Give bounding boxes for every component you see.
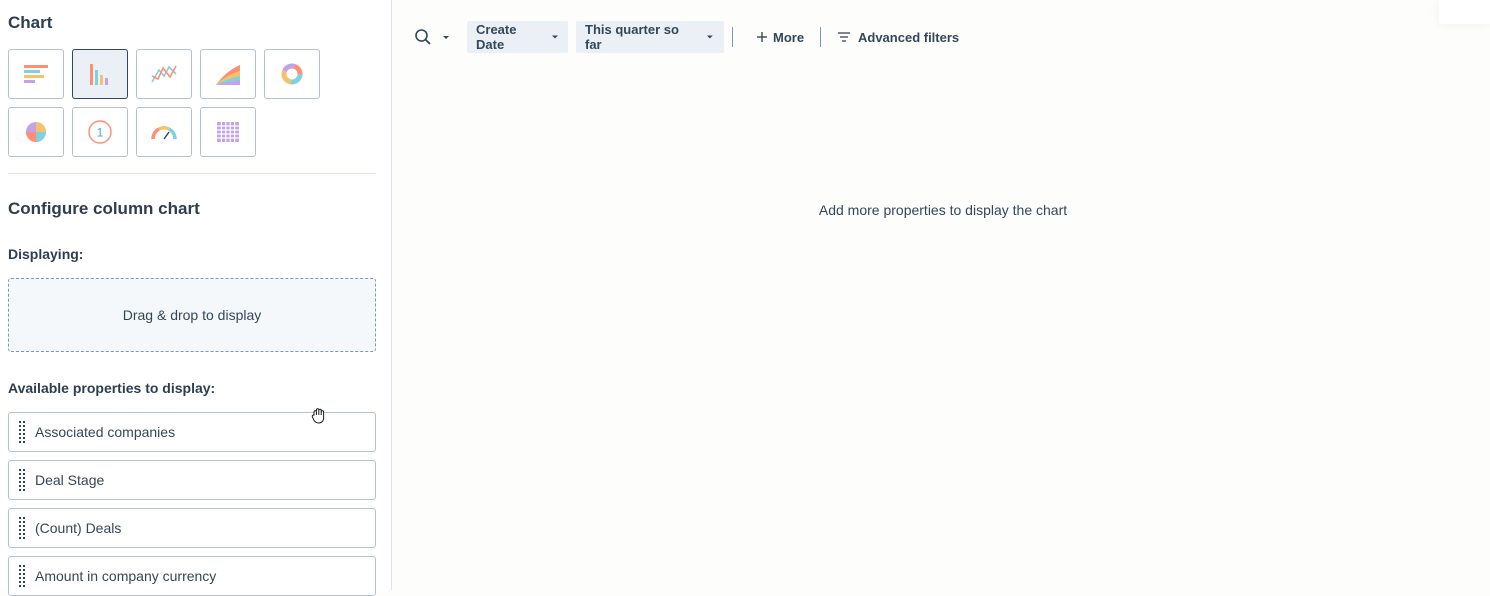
dropzone-text: Drag & drop to display [122,307,262,323]
toolbar-divider [820,27,821,47]
date-range-label: This quarter so far [585,22,679,52]
search-icon [415,29,431,45]
section-divider [8,173,376,174]
display-dropzone[interactable]: Drag & drop to display [8,278,376,352]
property-item[interactable]: Deal Stage [8,460,376,500]
column-chart-icon [90,64,108,85]
chart-type-pie-button[interactable] [8,107,64,157]
more-label: More [773,29,805,45]
area-chart-icon [216,65,240,85]
chart-type-column-button[interactable] [72,49,128,99]
chart-type-area-button[interactable] [200,49,256,99]
caret-down-icon [552,35,559,39]
pie-chart-icon [26,122,46,142]
property-label: Amount in company currency [35,568,217,584]
empty-chart-message: Add more properties to display the chart [818,202,1068,218]
property-label: Deal Stage [35,472,105,488]
chart-type-horizontal-bar-button[interactable] [8,49,64,99]
property-label: Associated companies [35,424,176,440]
chart-heading: Chart [8,13,53,32]
corner-panel [1439,0,1490,24]
caret-down-icon [707,35,714,39]
summary-number-glyph: 1 [97,126,104,140]
available-properties-label: Available properties to display: [8,380,216,396]
chart-type-donut-button[interactable] [264,49,320,99]
summary-number-icon: 1 [88,120,112,144]
grab-cursor-icon [311,408,325,424]
caret-down-icon [443,36,449,39]
displaying-label: Displaying: [8,246,84,262]
horizontal-bar-chart-icon [24,65,48,83]
create-date-label: Create Date [476,22,517,52]
chart-config-sidebar: Chart 1 Configure column chart Displayin… [0,0,392,596]
chart-type-line-button[interactable] [136,49,192,99]
more-filters-button[interactable]: More [756,21,804,53]
chart-type-gauge-button[interactable] [136,107,192,157]
create-date-filter-button[interactable]: Create Date [467,21,568,53]
table-chart-icon [217,122,239,142]
configure-heading: Configure column chart [8,199,200,218]
drag-handle-icon[interactable] [9,461,35,499]
search-dropdown[interactable] [414,21,451,53]
line-chart-icon [151,65,177,83]
chart-type-summary-button[interactable]: 1 [72,107,128,157]
filter-icon [838,32,850,42]
toolbar-divider [732,27,733,47]
donut-chart-icon [281,63,303,85]
plus-icon [757,32,767,42]
date-range-filter-button[interactable]: This quarter so far [576,21,724,53]
drag-handle-icon[interactable] [9,557,35,595]
property-item[interactable]: (Count) Deals [8,508,376,548]
advanced-filters-label: Advanced filters [858,29,960,45]
gauge-chart-icon [151,126,177,140]
drag-handle-icon[interactable] [9,509,35,547]
drag-handle-icon[interactable] [9,413,35,451]
property-label: (Count) Deals [35,520,122,536]
chart-type-table-button[interactable] [200,107,256,157]
advanced-filters-button[interactable]: Advanced filters [837,21,959,53]
property-item[interactable]: Amount in company currency [8,556,376,596]
